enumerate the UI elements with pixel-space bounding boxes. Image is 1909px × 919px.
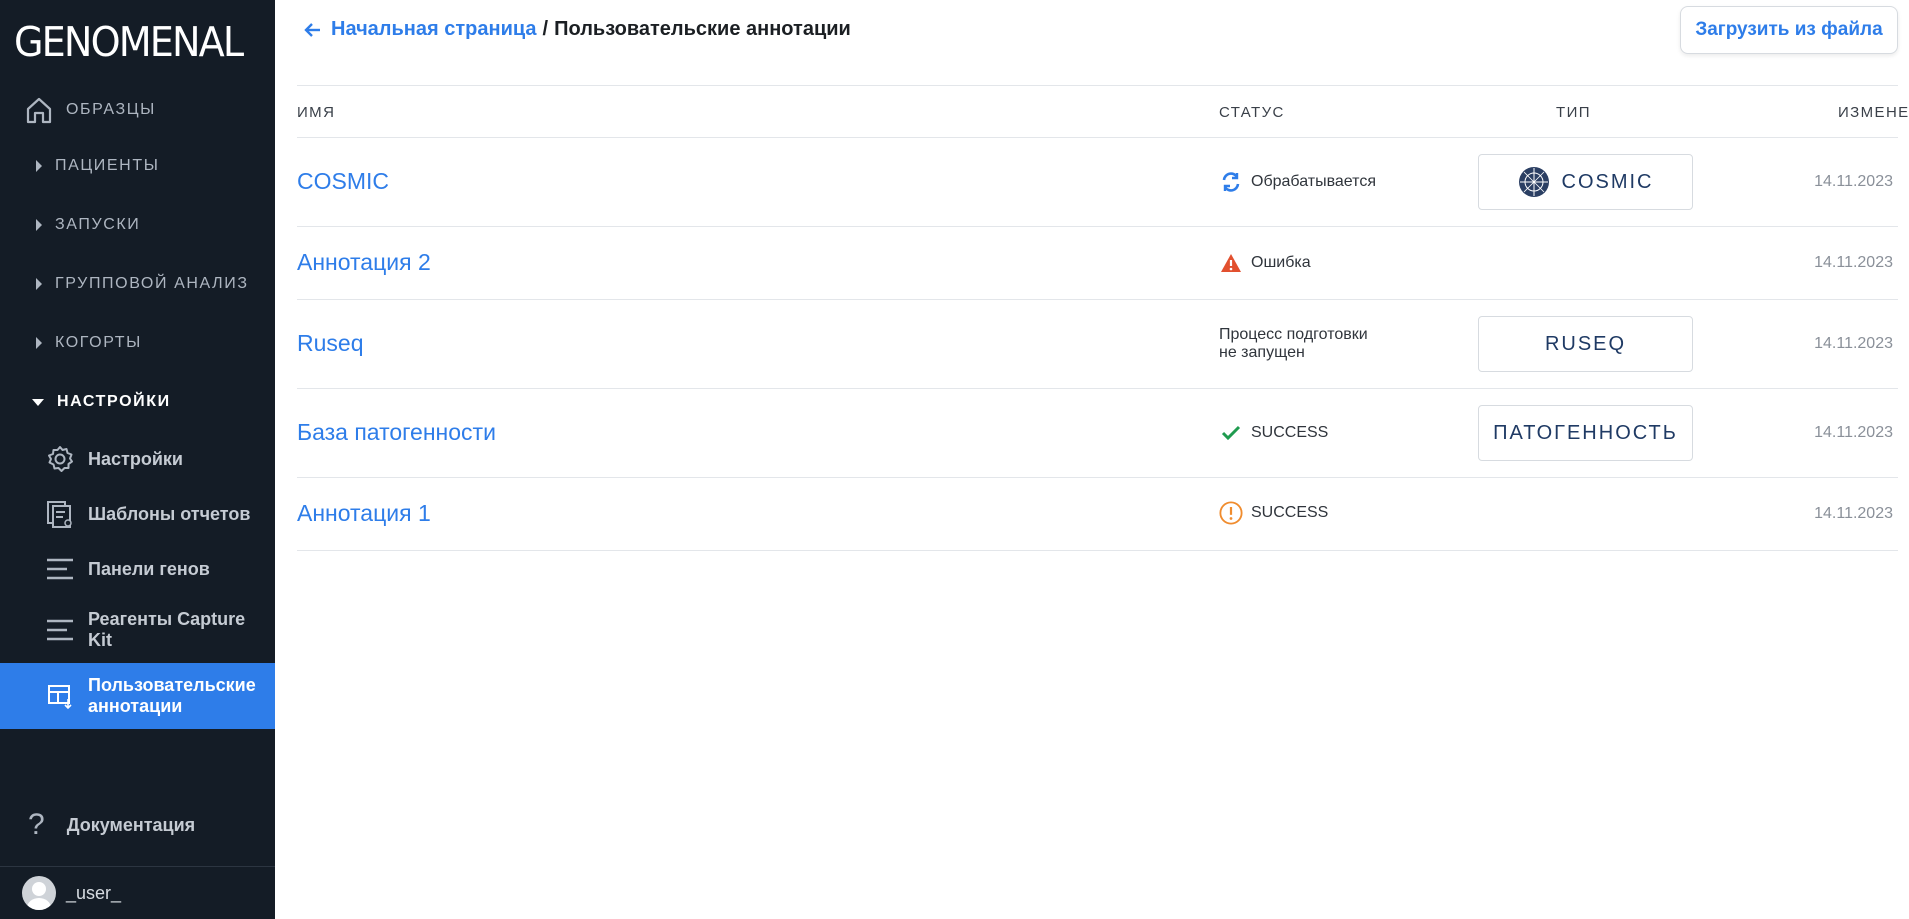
type-label: ПАТОГЕННОСТЬ: [1493, 421, 1678, 444]
status-text-line1: Процесс подготовки: [1219, 326, 1368, 343]
upload-from-file-button[interactable]: Загрузить из файла: [1680, 6, 1898, 54]
chevron-right-icon: [36, 278, 42, 290]
modified-date: 14.11.2023: [1814, 173, 1893, 190]
table-row[interactable]: Аннотация 1 SUCCESS 14.11.2023: [297, 478, 1898, 551]
arrow-left-icon: [304, 22, 320, 37]
sidebar-item-capture-kit[interactable]: Реагенты Capture Kit: [0, 605, 275, 655]
nav-group-analysis-label: ГРУППОВОЙ АНАЛИЗ: [55, 275, 249, 292]
nav-samples-label: ОБРАЗЦЫ: [66, 101, 156, 118]
nav-runs[interactable]: ЗАПУСКИ: [0, 205, 275, 245]
nav-cohorts-label: КОГОРТЫ: [55, 334, 142, 351]
avatar: [22, 876, 56, 910]
chevron-right-icon: [36, 337, 42, 349]
nav-runs-label: ЗАПУСКИ: [55, 216, 141, 233]
annotation-name-link[interactable]: Аннотация 1: [297, 500, 431, 527]
annotation-name-link[interactable]: COSMIC: [297, 168, 389, 195]
sidebar-item-settings-label: Настройки: [88, 448, 183, 469]
annotation-name-link[interactable]: База патогенности: [297, 419, 496, 446]
modified-date: 14.11.2023: [1814, 505, 1893, 522]
report-template-icon: [44, 498, 76, 530]
check-icon: [1219, 421, 1243, 445]
annotations-table: ИМЯ СТАТУС ТИП ИЗМЕНЕН COSMIC Обрабатыва…: [297, 85, 1909, 551]
nav-settings-section-label: НАСТРОЙКИ: [57, 393, 171, 410]
status-text: Ошибка: [1251, 254, 1311, 271]
chevron-right-icon: [36, 219, 42, 231]
status-text-line2: не запущен: [1219, 344, 1305, 361]
breadcrumb: Начальная страница / Пользовательские ан…: [303, 18, 851, 41]
annotation-name-link[interactable]: Аннотация 2: [297, 249, 431, 276]
breadcrumb-home-link[interactable]: Начальная страница: [303, 18, 537, 41]
table-row[interactable]: COSMIC Обрабатывается COSMIC 14.11.2023: [297, 138, 1898, 227]
nav-samples[interactable]: ОБРАЗЦЫ: [0, 90, 275, 130]
annotation-name-link[interactable]: Ruseq: [297, 330, 363, 357]
refresh-icon: [1219, 170, 1243, 194]
status-text: Обрабатывается: [1251, 173, 1376, 190]
sidebar-item-user-annotations[interactable]: Пользовательские аннотации: [0, 663, 275, 729]
user-name: _user_: [66, 882, 122, 903]
nav-patients-label: ПАЦИЕНТЫ: [55, 157, 160, 174]
table-header: ИМЯ СТАТУС ТИП ИЗМЕНЕН: [297, 85, 1909, 138]
main-content: Начальная страница / Пользовательские ан…: [275, 0, 1909, 919]
table-icon: [44, 680, 76, 712]
cosmic-logo-icon: [1518, 166, 1550, 198]
chevron-right-icon: [36, 160, 42, 172]
modified-date: 14.11.2023: [1814, 254, 1893, 271]
sidebar-item-gene-panels[interactable]: Панели генов: [0, 550, 275, 588]
column-header-type[interactable]: ТИП: [1556, 104, 1591, 121]
type-badge: ПАТОГЕННОСТЬ: [1478, 405, 1693, 461]
sidebar: GENOMENAL ОБРАЗЦЫ ПАЦИЕНТЫ ЗАПУСКИ ГРУПП…: [0, 0, 275, 919]
sidebar-item-gene-panels-label: Панели генов: [88, 558, 210, 579]
gear-icon: [44, 443, 76, 475]
column-header-name[interactable]: ИМЯ: [297, 104, 335, 121]
table-row[interactable]: База патогенности SUCCESS ПАТОГЕННОСТЬ 1…: [297, 389, 1898, 478]
status-cell: Процесс подготовки не запущен: [1219, 326, 1368, 362]
page-title: Пользовательские аннотации: [554, 18, 851, 40]
breadcrumb-home-label: Начальная страница: [331, 18, 537, 40]
sidebar-item-report-templates[interactable]: Шаблоны отчетов: [0, 495, 275, 533]
sidebar-item-settings[interactable]: Настройки: [0, 440, 275, 478]
nav-documentation[interactable]: ? Документация: [0, 805, 275, 845]
column-header-modified[interactable]: ИЗМЕНЕН: [1838, 104, 1909, 121]
app-logo[interactable]: GENOMENAL: [14, 18, 244, 66]
status-cell: Обрабатывается: [1219, 170, 1376, 194]
sidebar-item-user-annotations-label: Пользовательские аннотации: [88, 675, 256, 716]
status-cell: SUCCESS: [1219, 421, 1328, 445]
question-icon: ?: [28, 808, 45, 841]
column-header-status[interactable]: СТАТУС: [1219, 104, 1285, 121]
user-menu[interactable]: _user_: [0, 866, 275, 919]
modified-date: 14.11.2023: [1814, 424, 1893, 441]
type-label: COSMIC: [1561, 170, 1654, 193]
chevron-down-icon: [32, 398, 44, 406]
status-text: SUCCESS: [1251, 504, 1329, 521]
nav-group-analysis[interactable]: ГРУППОВОЙ АНАЛИЗ: [0, 264, 275, 304]
home-icon: [22, 93, 56, 127]
nav-documentation-label: Документация: [66, 814, 196, 835]
type-label: RUSEQ: [1544, 332, 1627, 355]
warning-icon: [1219, 251, 1243, 275]
type-badge: RUSEQ: [1478, 316, 1693, 372]
table-row[interactable]: Аннотация 2 Ошибка 14.11.2023: [297, 227, 1898, 300]
exclamation-circle-icon: [1219, 501, 1243, 525]
status-text: SUCCESS: [1251, 424, 1329, 441]
sidebar-item-report-templates-label: Шаблоны отчетов: [88, 503, 251, 524]
breadcrumb-separator: /: [542, 18, 549, 40]
status-cell: SUCCESS: [1219, 501, 1328, 525]
type-badge: COSMIC: [1478, 154, 1693, 210]
status-cell: Ошибка: [1219, 251, 1311, 275]
nav-settings-section[interactable]: НАСТРОЙКИ: [0, 382, 275, 422]
sidebar-item-capture-kit-label: Реагенты Capture Kit: [88, 609, 246, 650]
lines-icon: [44, 553, 76, 585]
modified-date: 14.11.2023: [1814, 335, 1893, 352]
nav-patients[interactable]: ПАЦИЕНТЫ: [0, 146, 275, 186]
lines-icon: [44, 614, 76, 646]
nav-cohorts[interactable]: КОГОРТЫ: [0, 323, 275, 363]
table-row[interactable]: Ruseq Процесс подготовки не запущен RUSE…: [297, 300, 1898, 389]
